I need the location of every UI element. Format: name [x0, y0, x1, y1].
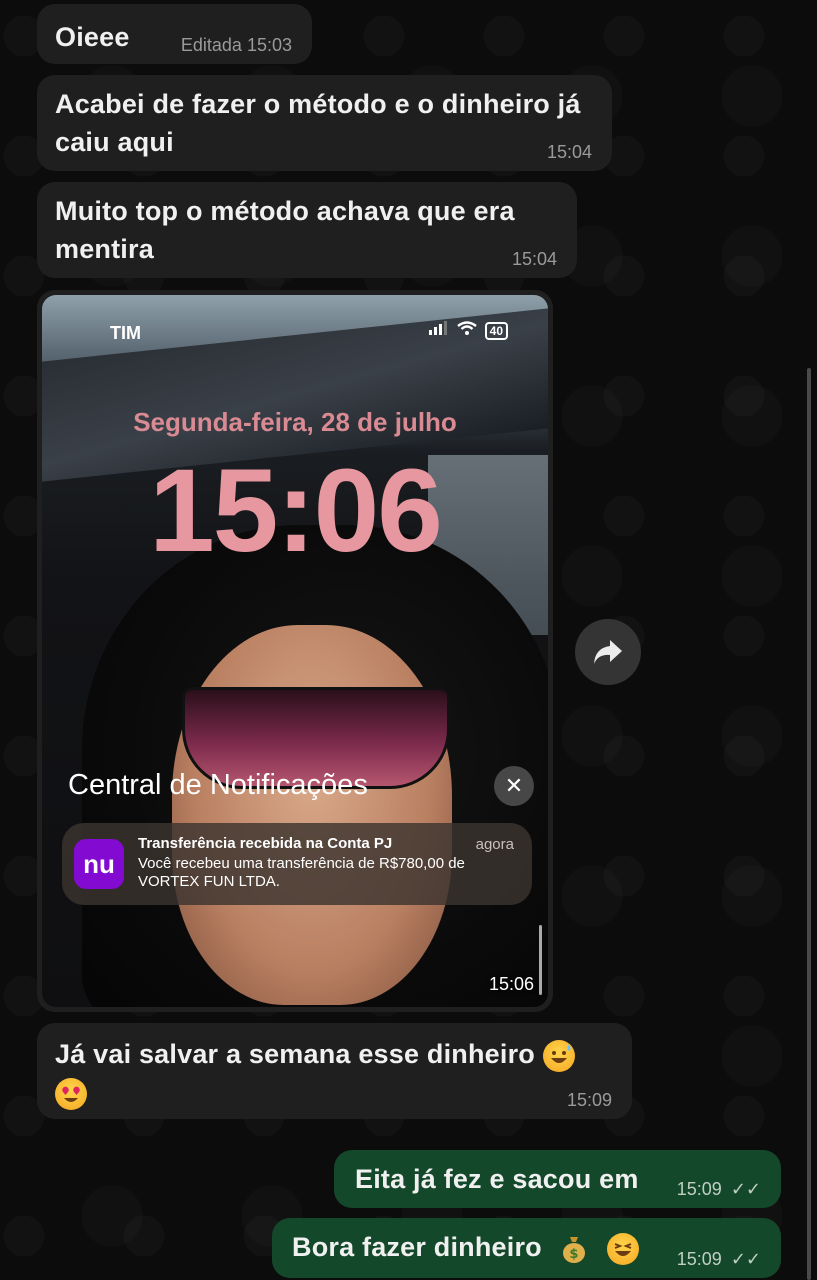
lockscreen-screenshot-image[interactable]: TIM 40 Segunda-feira, 28 de julho 15:06 … [42, 295, 548, 1007]
sweat-smile-emoji [542, 1039, 575, 1072]
carrier-label: TIM [110, 323, 141, 343]
message-bubble-incoming[interactable]: Acabei de fazer o método e o dinheiro já… [37, 75, 612, 171]
notification-title: Transferência recebida na Conta PJ [138, 835, 393, 852]
lockscreen-date: Segunda-feira, 28 de julho [133, 407, 457, 437]
message-time: 15:03 [246, 35, 292, 55]
nubank-logo: nu [74, 839, 124, 889]
message-text: Eita já fez e sacou em [355, 1164, 639, 1194]
message-text: Acabei de fazer o método e o dinheiro já… [55, 89, 581, 157]
message-text-content: Bora fazer dinheiro [292, 1232, 542, 1262]
laughing-emoji [607, 1232, 640, 1265]
notification-body: Você recebeu uma transferência de R$780,… [138, 855, 465, 890]
edited-label: Editada [180, 35, 242, 55]
signal-icon [428, 321, 449, 340]
chat-scrollbar[interactable] [807, 368, 811, 1280]
message-meta: 15:09 ✓✓ [677, 1179, 761, 1200]
notification-card: nu Transferência recebida na Conta PJ ag… [62, 823, 532, 905]
battery-icon: 40 [484, 321, 508, 340]
message-time: 15:04 [511, 249, 557, 269]
wifi-icon [456, 321, 477, 340]
message-time: 15:06 [488, 974, 534, 994]
forward-button[interactable] [575, 619, 641, 685]
notification-center-title: Central de Notificações [68, 769, 368, 801]
message-meta: Editada 15:03 [181, 35, 292, 56]
message-text: Muito top o método achava que era mentir… [55, 196, 515, 264]
message-time: 15:04 [546, 142, 592, 162]
message-text: Já vai salvar a semana esse dinheiro [55, 1035, 625, 1111]
message-bubble-incoming[interactable]: Muito top o método achava que era mentir… [37, 182, 577, 278]
face-shape [172, 625, 452, 1005]
heart-eyes-emoji [55, 1077, 87, 1110]
svg-text:$: $ [569, 1247, 578, 1262]
message-bubble-incoming[interactable]: Oieee Editada 15:03 [37, 4, 312, 64]
message-time: 15:09 [676, 1249, 722, 1269]
close-icon: ✕ [494, 766, 534, 806]
message-text: Bora fazer dinheiro $ [292, 1228, 640, 1266]
double-check-icon: ✓✓ [730, 1249, 761, 1269]
message-time: 15:09 [566, 1090, 612, 1110]
message-bubble-incoming[interactable]: Já vai salvar a semana esse dinheiro 15:… [37, 1023, 632, 1119]
image-message-bubble[interactable]: TIM 40 Segunda-feira, 28 de julho 15:06 … [37, 290, 553, 1012]
message-bubble-outgoing[interactable]: Bora fazer dinheiro $ 15:09 ✓✓ [272, 1218, 781, 1278]
money-bag-emoji: $ [558, 1233, 590, 1265]
status-bar-icons: 40 [428, 321, 508, 340]
forward-icon [594, 640, 622, 664]
lockscreen-clock: 15:06 [149, 445, 443, 577]
message-bubble-outgoing[interactable]: Eita já fez e sacou em 15:09 ✓✓ [334, 1150, 781, 1208]
message-text: Oieee [55, 22, 130, 52]
message-text-content: Já vai salvar a semana esse dinheiro [55, 1039, 535, 1069]
notification-time: agora [475, 836, 514, 853]
message-meta: 15:09 ✓✓ [677, 1249, 761, 1270]
double-check-icon: ✓✓ [730, 1179, 761, 1199]
screenshot-scroll-indicator [539, 925, 542, 995]
message-time: 15:09 [676, 1179, 722, 1199]
